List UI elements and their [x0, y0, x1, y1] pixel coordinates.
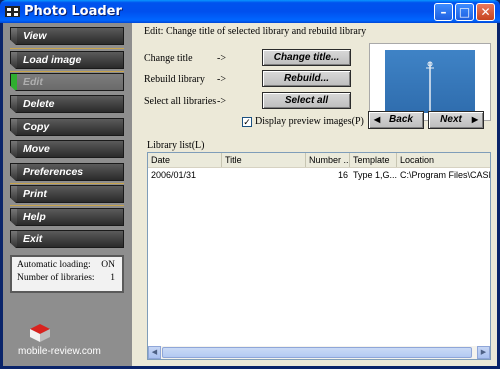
right-triangle-icon: ▶ [471, 115, 478, 124]
nav-exit-button[interactable]: Exit [10, 230, 124, 248]
back-button-label: Back [389, 114, 413, 125]
edit-heading: Edit: Change title of selected library a… [144, 26, 367, 37]
cell-date: 2006/01/31 [151, 170, 197, 180]
scroll-right-icon[interactable]: ▶ [477, 346, 490, 359]
preview-image [385, 50, 475, 113]
nav-separator [10, 48, 124, 49]
nav-help-button[interactable]: Help [10, 208, 124, 226]
column-header-location[interactable]: Location [397, 153, 492, 167]
nav-edit-button[interactable]: Edit [10, 73, 124, 91]
table-header: Date Title Number ... Template Location [148, 153, 490, 168]
nav-separator [10, 71, 124, 72]
nav-copy-button[interactable]: Copy [10, 118, 124, 136]
nav-separator [10, 183, 124, 184]
cell-location: C:\Program Files\CASIO\ [400, 170, 490, 180]
auto-loading-value: ON [101, 260, 115, 270]
sidebar: View Load image Edit Delete Copy Move Pr… [3, 23, 132, 366]
next-button[interactable]: Next ▶ [428, 111, 484, 129]
nav-separator [10, 205, 124, 206]
app-window: Photo Loader – □ ✕ View Load image Edit … [0, 0, 500, 369]
main-panel: Edit: Change title of selected library a… [137, 23, 497, 366]
rebuild-library-label: Rebuild library [144, 74, 205, 85]
maximize-icon: □ [458, 5, 471, 19]
num-libraries-value: 1 [110, 273, 115, 283]
rebuild-button[interactable]: Rebuild... [262, 70, 351, 87]
column-header-number[interactable]: Number ... [306, 153, 350, 167]
close-button[interactable]: ✕ [476, 3, 495, 21]
column-header-title[interactable]: Title [222, 153, 306, 167]
library-list-table[interactable]: Date Title Number ... Template Location … [147, 152, 491, 360]
next-button-label: Next [440, 114, 462, 125]
watermark-text: mobile-review.com [18, 346, 101, 357]
horizontal-scrollbar[interactable]: ◀ ▶ [148, 346, 490, 359]
cell-template: Type 1,G... [353, 170, 397, 180]
cell-title [225, 169, 305, 181]
checkmark-icon: ✓ [243, 117, 251, 127]
cell-number: 16 [337, 170, 348, 180]
nav-delete-button[interactable]: Delete [10, 95, 124, 113]
nav-print-button[interactable]: Print [10, 185, 124, 203]
title-bar[interactable]: Photo Loader – □ ✕ [0, 0, 500, 23]
select-all-label: Select all libraries [144, 96, 217, 107]
library-list-label: Library list(L) [147, 140, 205, 151]
app-icon [5, 6, 20, 17]
nav-move-button[interactable]: Move [10, 140, 124, 158]
column-header-date[interactable]: Date [148, 153, 222, 167]
status-info-box: Automatic loading: ON Number of librarie… [10, 255, 124, 293]
window-body: View Load image Edit Delete Copy Move Pr… [3, 23, 497, 366]
scroll-left-icon[interactable]: ◀ [148, 346, 161, 359]
nav-view-button[interactable]: View [10, 27, 124, 45]
antenna-tower-picture [426, 61, 434, 113]
change-title-button[interactable]: Change title... [262, 49, 351, 66]
close-icon: ✕ [480, 5, 491, 19]
maximize-button[interactable]: □ [455, 3, 474, 21]
minimize-button[interactable]: – [434, 3, 453, 21]
arrow-text: -> [217, 53, 226, 64]
num-libraries-row: Number of libraries: 1 [17, 273, 117, 286]
nav-preferences-button[interactable]: Preferences [10, 163, 124, 181]
minimize-icon: – [440, 5, 447, 19]
display-preview-checkbox[interactable]: ✓ [242, 117, 252, 127]
scrollbar-thumb[interactable] [162, 347, 472, 358]
arrow-text: -> [217, 74, 226, 85]
select-all-button[interactable]: Select all [262, 92, 351, 109]
auto-loading-row: Automatic loading: ON [17, 260, 117, 273]
nav-load-image-button[interactable]: Load image [10, 51, 124, 69]
change-title-label: Change title [144, 53, 193, 64]
back-button[interactable]: ◀ Back [368, 111, 424, 129]
window-title: Photo Loader [24, 4, 122, 19]
num-libraries-label: Number of libraries: [17, 273, 95, 283]
logo-icon [30, 324, 50, 342]
display-preview-label: Display preview images(P) [255, 116, 364, 127]
column-header-template[interactable]: Template [350, 153, 397, 167]
left-triangle-icon: ◀ [374, 115, 381, 124]
auto-loading-label: Automatic loading: [17, 260, 91, 270]
preview-image-frame [369, 43, 491, 121]
arrow-text: -> [217, 96, 226, 107]
